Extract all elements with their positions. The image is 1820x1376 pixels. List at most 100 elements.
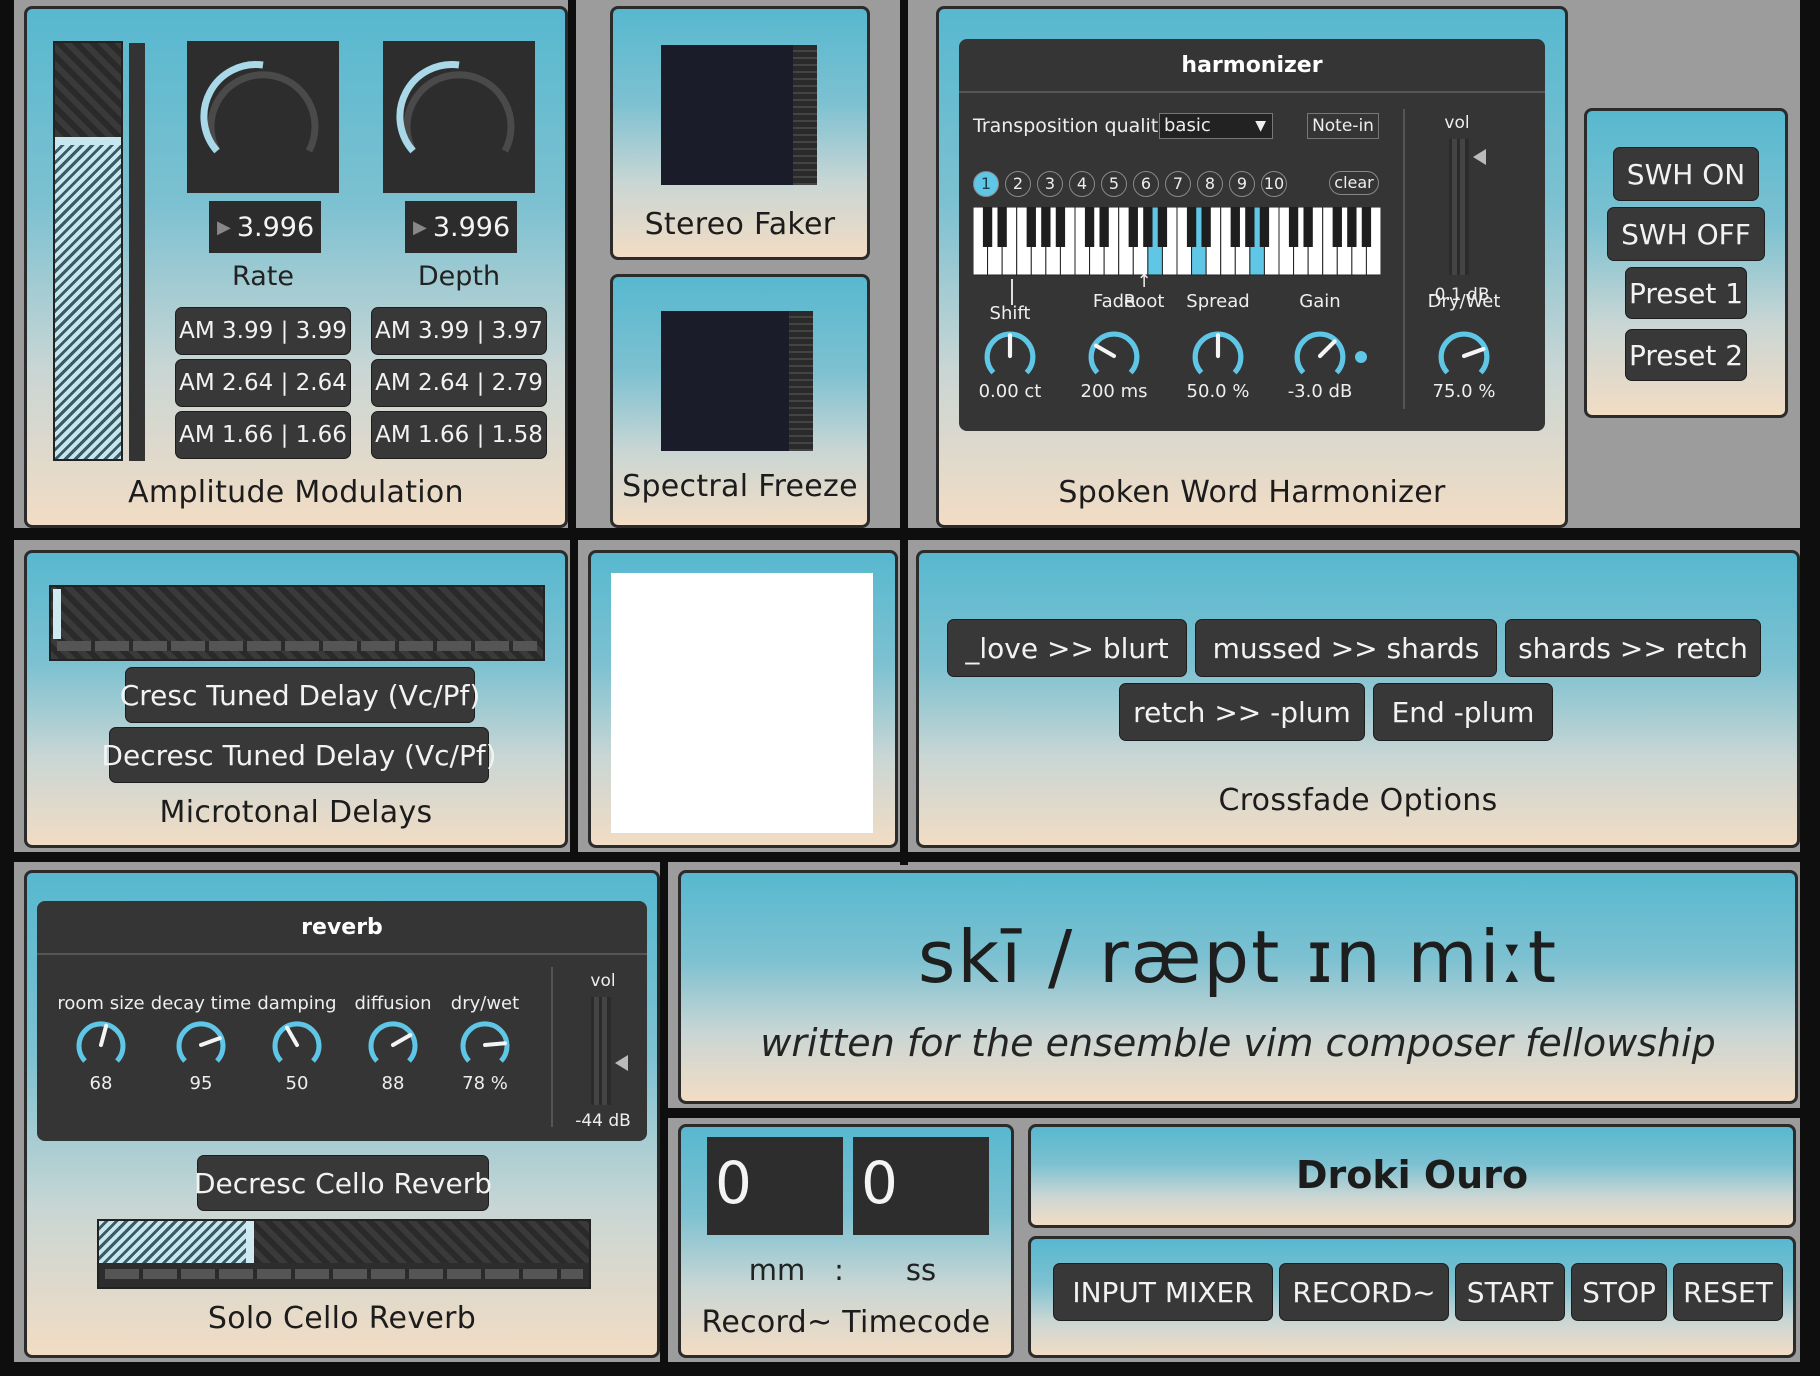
gain-modulation-dot[interactable] — [1355, 351, 1367, 363]
delay-slider-handle[interactable] — [53, 589, 61, 639]
record-button[interactable]: RECORD~ — [1279, 1263, 1449, 1321]
reverb-damping-knob[interactable] — [271, 1019, 323, 1071]
piano-black-key[interactable] — [1055, 207, 1066, 247]
voice-2-button[interactable]: 2 — [1005, 171, 1031, 197]
reverb-level-slider[interactable] — [97, 1219, 591, 1289]
start-button[interactable]: START — [1455, 1263, 1565, 1321]
stereo-faker-panel: Stereo Faker — [610, 6, 870, 260]
harmonizer-gain-knob[interactable] — [1293, 329, 1347, 383]
stereo-faker-title: Stereo Faker — [644, 207, 836, 242]
voice-5-button[interactable]: 5 — [1101, 171, 1127, 197]
reverb-vol-meter — [591, 997, 611, 1105]
quality-select[interactable]: basic ▼ — [1159, 113, 1273, 139]
decresc-cello-reverb-button[interactable]: Decresc Cello Reverb — [194, 1155, 492, 1211]
harmonizer-shift-knob[interactable] — [983, 329, 1037, 383]
voice-9-button[interactable]: 9 — [1229, 171, 1255, 197]
piano-black-key[interactable] — [1347, 207, 1357, 247]
piano-black-key[interactable] — [1201, 207, 1211, 247]
spectral-freeze-meter — [789, 311, 813, 451]
harmonizer-dry-wet-knob[interactable] — [1437, 329, 1491, 383]
reverb-dry-wet-knob[interactable] — [459, 1019, 511, 1071]
rate-dial[interactable] — [187, 41, 339, 193]
arrow-up-icon: ↑ — [1136, 271, 1152, 292]
delay-meter — [57, 641, 537, 651]
piano-black-key[interactable] — [997, 207, 1007, 247]
depth-number[interactable]: ▶ 3.996 — [405, 201, 517, 253]
vol-slider-handle[interactable] — [1473, 149, 1486, 165]
crossfade-mussed-shards-button[interactable]: mussed >> shards — [1195, 619, 1497, 677]
piano-black-key[interactable] — [1288, 207, 1299, 247]
input-mixer-button[interactable]: INPUT MIXER — [1053, 1263, 1273, 1321]
reverb-vol-handle[interactable] — [615, 1055, 628, 1071]
am-rate-preset-button[interactable]: AM 2.64 | 2.64 — [175, 359, 351, 407]
voice-10-button[interactable]: 10 — [1261, 171, 1287, 197]
piano-black-key[interactable] — [982, 207, 993, 247]
chevron-down-icon: ▼ — [1255, 118, 1266, 134]
piano-black-key[interactable] — [1332, 207, 1342, 247]
reverb-decay-time-knob[interactable] — [175, 1019, 227, 1071]
decresc-tuned-delay-button[interactable]: Decresc Tuned Delay (Vc/Pf) — [101, 727, 497, 783]
reverb-level-handle[interactable] — [246, 1221, 254, 1263]
swh-on-button[interactable]: SWH ON — [1613, 147, 1759, 201]
voice-8-button[interactable]: 8 — [1197, 171, 1223, 197]
crossfade-end-plum-button[interactable]: End -plum — [1373, 683, 1553, 741]
keyboard[interactable] — [973, 207, 1381, 277]
patcher-window: ▶ 3.996 Rate ▶ 3.996 Depth AM 3.99 | 3.99 … — [0, 0, 1820, 1376]
rate-number[interactable]: ▶ 3.996 — [209, 201, 321, 253]
harmonizer-fade-knob[interactable] — [1087, 329, 1141, 383]
clear-button[interactable]: clear — [1329, 171, 1379, 195]
harmonizer-device-title: harmonizer — [959, 39, 1545, 93]
shift-marker — [1011, 279, 1013, 305]
note-in-button[interactable]: Note-in — [1307, 113, 1379, 139]
stop-button[interactable]: STOP — [1571, 1263, 1667, 1321]
piano-black-key[interactable] — [1041, 207, 1051, 247]
piano-black-key[interactable] — [1230, 207, 1240, 247]
depth-dial[interactable] — [383, 41, 535, 193]
voice-3-button[interactable]: 3 — [1037, 171, 1063, 197]
rate-label: Rate — [232, 261, 294, 292]
crossfade-shards-retch-button[interactable]: shards >> retch — [1505, 619, 1761, 677]
reverb-dry-wet-label: dry/wet — [450, 993, 520, 1014]
swh-off-button[interactable]: SWH OFF — [1607, 207, 1765, 261]
harmonizer-dry-wet-value: 75.0 % — [1432, 381, 1496, 402]
am-slider[interactable] — [53, 41, 123, 461]
crossfade-love-blurt-button[interactable]: _love >> blurt — [947, 619, 1187, 677]
spoken-word-harmonizer-panel: harmonizer Transposition quality basic ▼ … — [936, 6, 1568, 528]
voice-4-button[interactable]: 4 — [1069, 171, 1095, 197]
cresc-tuned-delay-button[interactable]: Cresc Tuned Delay (Vc/Pf) — [120, 667, 480, 723]
piano-black-key[interactable] — [1245, 207, 1255, 247]
am-rate-preset-button[interactable]: AM 1.66 | 1.66 — [175, 411, 351, 459]
piano-black-key[interactable] — [1157, 207, 1168, 247]
am-rate-preset-button[interactable]: AM 3.99 | 3.99 — [175, 307, 351, 355]
voice-7-button[interactable]: 7 — [1165, 171, 1191, 197]
piano-black-key[interactable] — [1099, 207, 1109, 247]
piano-black-key[interactable] — [1186, 207, 1197, 247]
am-depth-preset-button[interactable]: AM 3.99 | 3.97 — [371, 307, 547, 355]
delay-slider[interactable] — [49, 585, 545, 661]
am-depth-preset-button[interactable]: AM 2.64 | 2.79 — [371, 359, 547, 407]
ss-label: ss — [905, 1253, 937, 1287]
reverb-diffusion-knob[interactable] — [367, 1019, 419, 1071]
crossfade-retch-plum-button[interactable]: retch >> -plum — [1119, 683, 1365, 741]
piano-black-key[interactable] — [1361, 207, 1372, 247]
piano-black-key[interactable] — [1084, 207, 1095, 247]
voice-1-button[interactable]: 1 — [973, 171, 999, 197]
piece-title-panel: skī / ræpt ɪn miːt written for the ensem… — [678, 870, 1798, 1104]
piano-black-key[interactable] — [1026, 207, 1036, 247]
reverb-dry-wet-value: 78 % — [462, 1073, 508, 1094]
mm-label: mm — [748, 1253, 806, 1287]
reset-button[interactable]: RESET — [1673, 1263, 1783, 1321]
reverb-level-fill — [99, 1221, 246, 1263]
reverb-room-size-knob[interactable] — [75, 1019, 127, 1071]
preset-2-button[interactable]: Preset 2 — [1625, 329, 1747, 381]
am-slider-fill — [55, 137, 121, 459]
preset-1-button[interactable]: Preset 1 — [1625, 267, 1747, 319]
am-depth-preset-button[interactable]: AM 1.66 | 1.58 — [371, 411, 547, 459]
voice-6-button[interactable]: 6 — [1133, 171, 1159, 197]
harmonizer-spread-knob[interactable] — [1191, 329, 1245, 383]
piano-black-key[interactable] — [1143, 207, 1153, 247]
piano-black-key[interactable] — [1303, 207, 1313, 247]
piano-black-key[interactable] — [1259, 207, 1270, 247]
piano-black-key[interactable] — [1128, 207, 1138, 247]
blank-display-panel — [588, 550, 898, 848]
